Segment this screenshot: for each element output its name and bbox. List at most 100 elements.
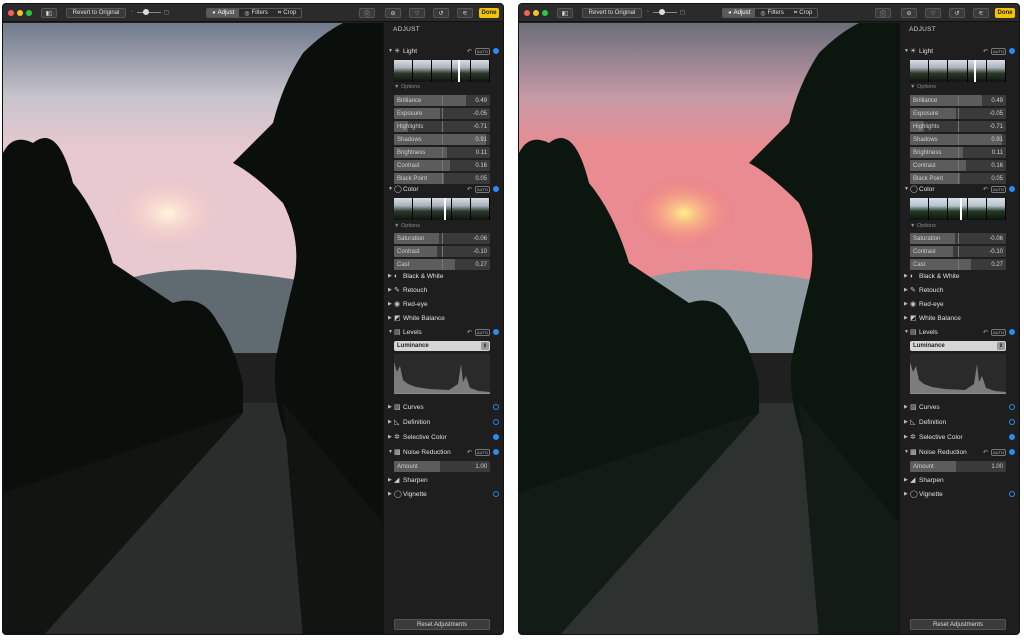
section-color[interactable]: ▼ ◯ Color ↶ AUTO xyxy=(904,183,1015,195)
levels-channel-select[interactable]: Luminance ⇕ xyxy=(394,341,490,351)
enabled-checkmark-icon[interactable] xyxy=(1009,186,1015,192)
photo-canvas[interactable] xyxy=(519,23,899,634)
slider-highlights[interactable]: Highlights -0.71 xyxy=(910,121,1006,132)
slider-brilliance[interactable]: Brilliance 0.49 xyxy=(910,95,1006,106)
zoom-slider-knob[interactable] xyxy=(659,9,665,15)
auto-button[interactable]: AUTO xyxy=(474,185,490,193)
enabled-checkmark-icon[interactable] xyxy=(1009,434,1015,440)
rotate-button[interactable]: ↺ xyxy=(433,8,449,18)
slider-contrast[interactable]: Contrast 0.16 xyxy=(394,160,490,171)
levels-histogram[interactable] xyxy=(394,354,490,394)
section-definition[interactable]: ▶ ◺ Definition xyxy=(388,416,499,428)
auto-button[interactable]: AUTO xyxy=(474,448,490,456)
slider-contrast[interactable]: Contrast -0.10 xyxy=(910,246,1006,257)
enabled-checkmark-icon[interactable] xyxy=(1009,48,1015,54)
color-thumbnail-strip[interactable] xyxy=(910,198,1006,220)
strip-marker[interactable] xyxy=(444,198,446,220)
enabled-checkmark-icon[interactable] xyxy=(1009,449,1015,455)
slider-brilliance[interactable]: Brilliance 0.49 xyxy=(394,95,490,106)
section-selective-color[interactable]: ▶ ✲ Selective Color xyxy=(904,431,1015,443)
section-curves[interactable]: ▶ ▨ Curves xyxy=(904,401,1015,413)
disabled-checkmark-icon[interactable] xyxy=(1009,419,1015,425)
done-button[interactable]: Done xyxy=(479,8,499,18)
zoom-button[interactable] xyxy=(542,9,548,16)
info-button[interactable]: ⓘ xyxy=(875,8,891,18)
disabled-checkmark-icon[interactable] xyxy=(493,404,499,410)
slider-cast[interactable]: Cast 0.27 xyxy=(910,259,1006,270)
color-thumbnail-strip[interactable] xyxy=(394,198,490,220)
undo-icon[interactable]: ↶ xyxy=(983,186,988,193)
favorite-button[interactable]: ♡ xyxy=(925,8,941,18)
section-white-balance[interactable]: ▶ ◩ White Balance xyxy=(388,312,499,324)
slider-highlights[interactable]: Highlights -0.71 xyxy=(394,121,490,132)
section-vignette[interactable]: ▶ ◯ Vignette xyxy=(904,488,1015,500)
revert-to-original-button[interactable]: Revert to Original xyxy=(66,8,126,18)
slider-exposure[interactable]: Exposure -0.05 xyxy=(394,108,490,119)
section-color[interactable]: ▼ ◯ Color ↶ AUTO xyxy=(388,183,499,195)
levels-channel-select[interactable]: Luminance ⇕ xyxy=(910,341,1006,351)
section-curves[interactable]: ▶ ▨ Curves xyxy=(388,401,499,413)
extensions-button[interactable]: ⊖ xyxy=(385,8,401,18)
close-button[interactable] xyxy=(524,9,530,16)
zoom-slider[interactable] xyxy=(137,12,161,13)
section-white-balance[interactable]: ▶ ◩ White Balance xyxy=(904,312,1015,324)
undo-icon[interactable]: ↶ xyxy=(467,48,472,55)
undo-icon[interactable]: ↶ xyxy=(467,186,472,193)
tab-filters[interactable]: ◎ Filters xyxy=(239,9,273,17)
section-black-and-white[interactable]: ▶ ◐ Black & White xyxy=(904,270,1015,282)
undo-icon[interactable]: ↶ xyxy=(983,449,988,456)
light-thumbnail-strip[interactable] xyxy=(394,60,490,82)
slider-brightness[interactable]: Brightness 0.11 xyxy=(394,147,490,158)
zoom-slider-knob[interactable] xyxy=(143,9,149,15)
slider-cast[interactable]: Cast 0.27 xyxy=(394,259,490,270)
reset-adjustments-button[interactable]: Reset Adjustments xyxy=(394,619,490,630)
strip-marker[interactable] xyxy=(974,60,976,82)
section-retouch[interactable]: ▶ ✎ Retouch xyxy=(904,284,1015,296)
tab-adjust[interactable]: ◕ Adjust xyxy=(207,9,240,17)
slider-exposure[interactable]: Exposure -0.05 xyxy=(910,108,1006,119)
enabled-checkmark-icon[interactable] xyxy=(493,449,499,455)
undo-icon[interactable]: ↶ xyxy=(983,329,988,336)
sidebar-toggle-button[interactable]: ▮▯ xyxy=(557,8,573,18)
section-selective-color[interactable]: ▶ ✲ Selective Color xyxy=(388,431,499,443)
auto-button[interactable]: AUTO xyxy=(990,328,1006,336)
undo-icon[interactable]: ↶ xyxy=(983,48,988,55)
zoom-button[interactable] xyxy=(26,9,32,16)
light-options-toggle[interactable]: ▼ Options xyxy=(910,84,936,90)
done-button[interactable]: Done xyxy=(995,8,1015,18)
slider-shadows[interactable]: Shadows 0.91 xyxy=(910,134,1006,145)
enabled-checkmark-icon[interactable] xyxy=(1009,329,1015,335)
section-noise-reduction[interactable]: ▼ ▩ Noise Reduction ↶ AUTO xyxy=(904,446,1015,458)
disabled-checkmark-icon[interactable] xyxy=(493,419,499,425)
section-red-eye[interactable]: ▶ ◉ Red-eye xyxy=(388,298,499,310)
extensions-button[interactable]: ⊖ xyxy=(901,8,917,18)
rotate-button[interactable]: ↺ xyxy=(949,8,965,18)
auto-button[interactable]: AUTO xyxy=(990,47,1006,55)
enabled-checkmark-icon[interactable] xyxy=(493,48,499,54)
slider-brightness[interactable]: Brightness 0.11 xyxy=(910,147,1006,158)
auto-button[interactable]: AUTO xyxy=(990,448,1006,456)
section-levels[interactable]: ▼ ▤ Levels ↶ AUTO xyxy=(904,326,1015,338)
slider-saturation[interactable]: Saturation -0.06 xyxy=(910,233,1006,244)
slider-saturation[interactable]: Saturation -0.06 xyxy=(394,233,490,244)
tab-crop[interactable]: ⌗ Crop xyxy=(273,9,301,17)
favorite-button[interactable]: ♡ xyxy=(409,8,425,18)
color-options-toggle[interactable]: ▼ Options xyxy=(910,223,936,229)
section-black-and-white[interactable]: ▶ ◐ Black & White xyxy=(388,270,499,282)
section-noise-reduction[interactable]: ▼ ▩ Noise Reduction ↶ AUTO xyxy=(388,446,499,458)
auto-button[interactable]: AUTO xyxy=(474,328,490,336)
auto-button[interactable]: AUTO xyxy=(474,47,490,55)
photo-canvas[interactable] xyxy=(3,23,383,634)
amount-slider[interactable]: Amount 1.00 xyxy=(910,461,1006,472)
section-red-eye[interactable]: ▶ ◉ Red-eye xyxy=(904,298,1015,310)
section-levels[interactable]: ▼ ▤ Levels ↶ AUTO xyxy=(388,326,499,338)
section-light[interactable]: ▼ ☀ Light ↶ AUTO xyxy=(388,45,499,57)
disabled-checkmark-icon[interactable] xyxy=(493,491,499,497)
enhance-button[interactable]: ⚟ xyxy=(973,8,989,18)
section-definition[interactable]: ▶ ◺ Definition xyxy=(904,416,1015,428)
strip-marker[interactable] xyxy=(458,60,460,82)
enhance-button[interactable]: ⚟ xyxy=(457,8,473,18)
slider-contrast[interactable]: Contrast 0.16 xyxy=(910,160,1006,171)
slider-contrast[interactable]: Contrast -0.10 xyxy=(394,246,490,257)
undo-icon[interactable]: ↶ xyxy=(467,449,472,456)
